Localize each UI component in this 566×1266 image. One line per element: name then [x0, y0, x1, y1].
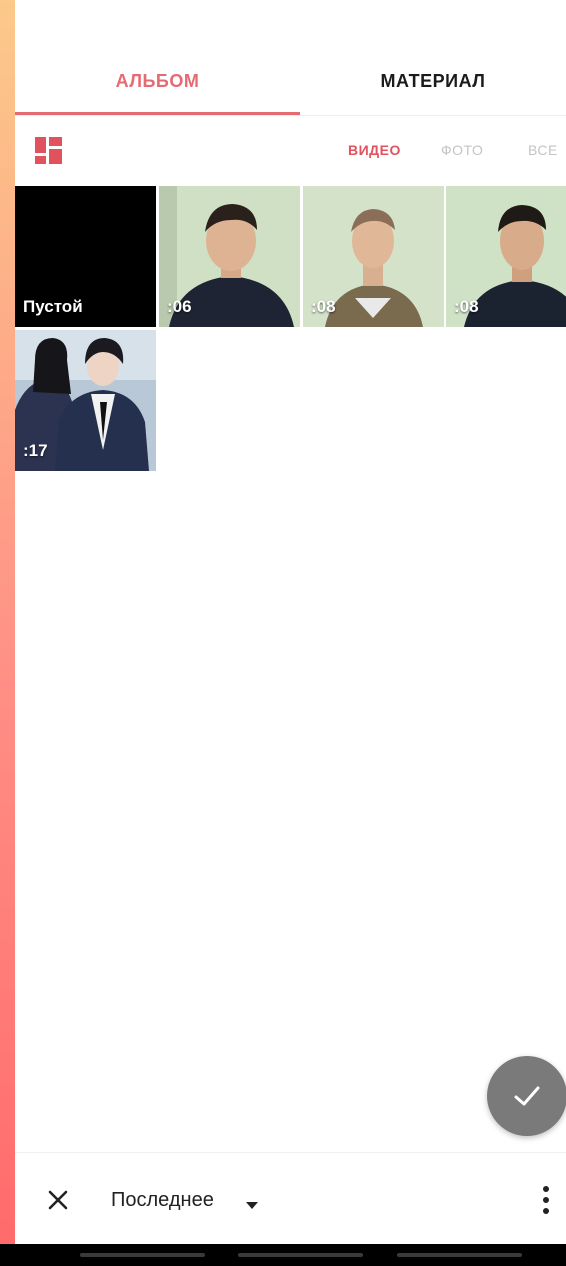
- nav-pill: [397, 1253, 522, 1257]
- divider: [15, 115, 566, 116]
- filter-row: ВИДЕО ФОТО ВСЕ: [15, 120, 566, 180]
- tile-label: Пустой: [23, 297, 83, 316]
- grid-item-empty[interactable]: Пустой: [15, 186, 156, 327]
- chevron-down-icon[interactable]: [246, 1197, 258, 1209]
- tile-duration: :06: [167, 297, 192, 316]
- media-picker: АЛЬБОМ МАТЕРИАЛ ВИДЕО ФОТО ВСЕ Пустой:0…: [15, 0, 566, 1244]
- grid-item-video[interactable]: :08: [446, 186, 566, 327]
- tab-material[interactable]: МАТЕРИАЛ: [300, 66, 566, 96]
- tab-album[interactable]: АЛЬБОМ: [15, 66, 300, 96]
- tab-bar: АЛЬБОМ МАТЕРИАЛ: [15, 0, 566, 116]
- grid-item-video[interactable]: :08: [303, 186, 444, 327]
- layout-grid-icon[interactable]: [33, 136, 65, 166]
- filter-all[interactable]: ВСЕ: [528, 142, 558, 158]
- tile-duration: :17: [23, 441, 48, 460]
- nav-pill: [238, 1253, 363, 1257]
- filter-video[interactable]: ВИДЕО: [348, 142, 401, 158]
- close-icon: [48, 1190, 68, 1210]
- tile-duration: :08: [454, 297, 479, 316]
- more-vertical-icon[interactable]: [541, 1185, 551, 1215]
- nav-pill: [80, 1253, 205, 1257]
- close-button[interactable]: [45, 1187, 71, 1213]
- system-navigation-bar: [0, 1244, 566, 1266]
- bottom-bar: Последнее: [15, 1152, 566, 1244]
- grid-item-video[interactable]: :06: [159, 186, 300, 327]
- grid-item-video[interactable]: :17: [15, 330, 156, 471]
- tile-duration: :08: [311, 297, 336, 316]
- confirm-button[interactable]: [487, 1056, 566, 1136]
- left-edge-strip: [0, 0, 15, 1244]
- filter-photo[interactable]: ФОТО: [441, 142, 483, 158]
- sort-dropdown[interactable]: Последнее: [111, 1187, 214, 1213]
- check-icon: [514, 1086, 540, 1106]
